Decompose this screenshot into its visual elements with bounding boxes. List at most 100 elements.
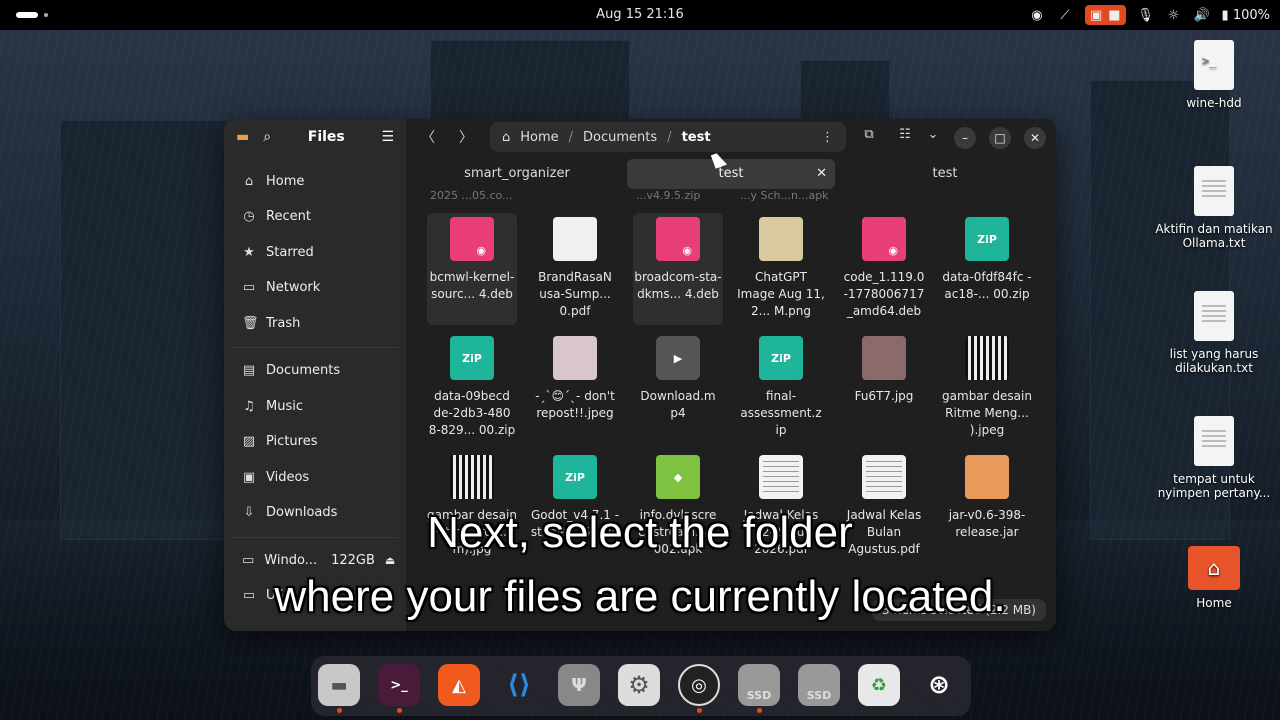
file-item[interactable]: ChatGPT Image Aug 11, 2... M.png (736, 213, 826, 320)
img2-file-icon (553, 336, 597, 380)
subtitle-line-1: Next, select the folder (427, 508, 853, 557)
path-bar[interactable]: ⌂ Home / Documents / test ⋮ (490, 122, 846, 152)
sidebar-item-starred[interactable]: ★ Starred (232, 236, 398, 268)
deb-file-icon (862, 217, 906, 261)
file-item[interactable]: ZiP final-assessment.z ip (736, 332, 826, 439)
tab-smart-organizer[interactable]: smart_organizer (414, 159, 620, 189)
dock: ▬ >_ ◭ ⟨⟩ Ψ ⚙ ◎ SSD SSD ♻ ⊛ (311, 656, 971, 716)
tab-test-active[interactable]: test ✕ (627, 159, 835, 189)
new-tab-icon[interactable]: ⧉ (858, 127, 880, 147)
file-item[interactable]: ZiP data-09becd de-2db3-480 8-829... 00.z… (427, 332, 517, 439)
sidebar-item-videos[interactable]: ▣ Videos (232, 461, 398, 493)
desktop-icon-wine-hdd[interactable]: >_ wine-hdd (1154, 40, 1274, 110)
path-menu-icon[interactable]: ⋮ (821, 130, 834, 145)
sidebar-item-music[interactable]: ♫ Music (232, 390, 398, 422)
stripes-file-icon (965, 336, 1009, 380)
document-icon: ▤ (242, 362, 256, 378)
files-app-icon: ▬ (236, 129, 250, 145)
deb-file-icon (450, 217, 494, 261)
path-segment-home[interactable]: Home (520, 130, 558, 145)
videos-icon: ▣ (242, 469, 256, 485)
vscode-icon[interactable]: ⟨⟩ (498, 664, 540, 706)
stop-record-icon: ■ (1108, 7, 1121, 23)
ssd-drive-icon[interactable]: SSD (798, 664, 840, 706)
sidebar-item-label: Documents (266, 362, 341, 378)
forward-icon[interactable]: 〉 (454, 127, 478, 147)
sheet-file-icon (759, 455, 803, 499)
file-name: final-assessment.z ip (740, 389, 822, 437)
running-indicator (337, 708, 342, 713)
sidebar-item-network[interactable]: ▭ Network (232, 271, 398, 303)
sidebar-item-label: Pictures (266, 433, 318, 449)
ubuntu-apps-icon[interactable]: ⊛ (918, 664, 960, 706)
sidebar-item-recent[interactable]: ◷ Recent (232, 200, 398, 232)
back-icon[interactable]: 〈 (416, 127, 440, 147)
sidebar-item-pictures[interactable]: ▨ Pictures (232, 425, 398, 457)
clock-icon: ◷ (243, 208, 255, 224)
system-tray[interactable]: ◉ ⟋ ▣ ■ 🎙 ☼ 🔊 ▮ 100% (1029, 5, 1270, 25)
files-icon[interactable]: ▬ (318, 664, 360, 706)
terminal-icon[interactable]: >_ (378, 664, 420, 706)
file-item[interactable]: BrandRasaN usa-Sump... 0.pdf (530, 213, 620, 320)
file-item[interactable]: Fu6T7.jpg (839, 332, 929, 405)
path-segment-documents[interactable]: Documents (583, 130, 657, 145)
trash-bin-icon[interactable]: ♻ (858, 664, 900, 706)
brave-icon[interactable]: ◭ (438, 664, 480, 706)
file-item[interactable]: ▶ Download.m p4 (633, 332, 723, 422)
file-label-cut: ...v4.9.5.zip (636, 189, 701, 202)
tab-close-icon[interactable]: ✕ (816, 159, 827, 189)
settings-icon[interactable]: ⚙ (618, 664, 660, 706)
search-icon[interactable]: ⌕ (263, 129, 271, 145)
file-name: data-09becd de-2db3-480 8-829... 00.zip (428, 389, 516, 437)
path-separator: / (568, 129, 574, 145)
network-off-icon[interactable]: ⟋ (1057, 7, 1073, 23)
path-segment-current[interactable]: test (682, 130, 711, 145)
sidebar-item-trash[interactable]: 🗑 Trash (232, 307, 398, 339)
star-icon: ★ (243, 244, 255, 260)
file-item[interactable]: gambar desain Ritme Meng... ).jpeg (942, 332, 1032, 439)
hamburger-menu-icon[interactable]: ☰ (381, 129, 394, 145)
zip-file-icon: ZiP (759, 336, 803, 380)
network-icon: ▭ (242, 279, 256, 295)
file-name: Download.m p4 (640, 389, 716, 420)
minimize-icon[interactable]: – (954, 127, 976, 149)
file-item[interactable]: ZiP data-0fdf84fc - ac18-... 00.zip (942, 213, 1032, 303)
desktop-icon-ollama-txt[interactable]: Aktifin dan matikan Ollama.txt (1154, 166, 1274, 250)
usb-writer-icon[interactable]: Ψ (558, 664, 600, 706)
subtitle-line-2: where your files are currently located. (274, 572, 1006, 621)
chevron-down-icon[interactable]: ⌄ (922, 127, 944, 147)
jar-file-icon (965, 455, 1009, 499)
sidebar-item-documents[interactable]: ▤ Documents (232, 354, 398, 386)
text-file-icon (1194, 291, 1234, 341)
file-name: bcmwl-kernel-sourc... 4.deb (429, 270, 515, 301)
tab-label: smart_organizer (464, 166, 570, 181)
file-item[interactable]: bcmwl-kernel-sourc... 4.deb (427, 213, 517, 325)
close-icon[interactable]: ✕ (1024, 127, 1046, 149)
desktop-icon-tempat-txt[interactable]: tempat untuk nyimpen pertany... (1154, 416, 1274, 500)
sidebar-item-home[interactable]: ⌂ Home (232, 165, 398, 197)
obs-icon[interactable]: ◎ (678, 664, 720, 706)
maximize-icon[interactable]: □ (989, 127, 1011, 149)
battery-icon: ▮ (1221, 7, 1229, 23)
desktop-icon-list-txt[interactable]: list yang harus dilakukan.txt (1154, 291, 1274, 375)
header-bar: 〈 〉 ⌂ Home / Documents / test ⋮ ⧉ ☷ ⌄ – … (406, 119, 1056, 155)
sheet-file-icon (862, 455, 906, 499)
png-file-icon (759, 217, 803, 261)
file-item[interactable]: code_1.119.0 -1778006717 _amd64.deb (839, 213, 929, 320)
screen-record-indicator[interactable]: ▣ ■ (1084, 5, 1126, 25)
sidebar-item-label: Recent (266, 208, 311, 224)
tab-bar: smart_organizer test ✕ test (406, 159, 1056, 189)
apk-file-icon: ◆ (656, 455, 700, 499)
obs-tray-icon[interactable]: ◉ (1029, 7, 1045, 23)
tab-test[interactable]: test (842, 159, 1048, 189)
file-item[interactable]: -ˏˋ😊ˊˎ- don't repost!!.jpeg (530, 332, 620, 422)
zip-file-icon: ZiP (965, 217, 1009, 261)
deb-file-icon (656, 217, 700, 261)
tab-label: test (932, 166, 958, 181)
ssd-drive-icon[interactable]: SSD (738, 664, 780, 706)
tab-label: test (718, 166, 744, 181)
music-icon: ♫ (243, 398, 255, 414)
view-list-icon[interactable]: ☷ (894, 127, 916, 147)
sidebar-item-label: Network (266, 279, 321, 295)
file-item[interactable]: broadcom-sta-dkms... 4.deb (633, 213, 723, 325)
